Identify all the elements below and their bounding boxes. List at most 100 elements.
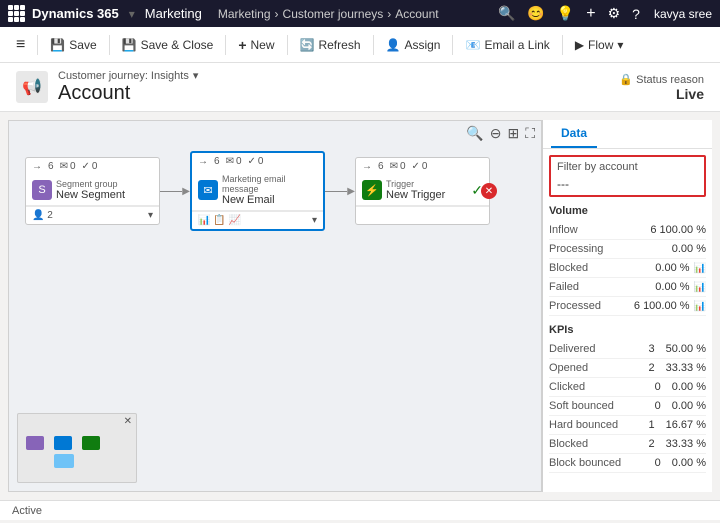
segment-stats: → 6 ✉0 ✓0 — [26, 158, 159, 175]
segment-name: New Segment — [56, 189, 153, 201]
cmd-sep-4 — [287, 35, 288, 55]
email-footer: 📊 📋 📈 ▾ — [192, 211, 323, 229]
kpi-hard-bounced: Hard bounced 1 16.67 % — [549, 416, 706, 435]
kpi-opened: Opened 2 33.33 % — [549, 359, 706, 378]
record-icon: 📢 — [16, 71, 48, 103]
breadcrumb-marketing[interactable]: Marketing — [218, 7, 271, 21]
journey-nodes: → 6 ✉0 ✓0 S Segment group New Segment 👤 … — [9, 131, 541, 251]
flow-icon: ▶ — [575, 38, 584, 52]
segment-node-wrapper: → 6 ✉0 ✓0 S Segment group New Segment 👤 … — [25, 157, 160, 225]
cmd-sep-3 — [225, 35, 226, 55]
cmd-sep-1 — [37, 35, 38, 55]
new-icon: + — [238, 37, 246, 53]
seg-stat-arrow: → — [32, 161, 42, 172]
trig-stat-mail: ✉0 — [390, 161, 406, 172]
assign-button[interactable]: 👤 Assign — [378, 34, 449, 56]
failed-info-icon[interactable]: 📊 — [694, 282, 706, 293]
journey-canvas[interactable]: 🔍 ⊖ ⊞ ⛶ → 6 ✉0 ✓0 S S — [8, 120, 542, 492]
mini-email — [54, 436, 72, 450]
email-icon: ✉ — [198, 180, 218, 200]
trigger-header: ⚡ Trigger New Trigger ✓ — [356, 175, 489, 206]
cmd-sep-6 — [452, 35, 453, 55]
app-name[interactable]: Dynamics 365 — [32, 6, 119, 21]
volume-title: Volume — [549, 205, 706, 217]
cmd-sep-5 — [373, 35, 374, 55]
cmd-sep-2 — [109, 35, 110, 55]
filter-by-account-box[interactable]: Filter by account --- — [549, 155, 706, 197]
filter-value: --- — [557, 177, 698, 191]
kpi-clicked: Clicked 0 0.00 % — [549, 378, 706, 397]
email-link-button[interactable]: 📧 Email a Link — [457, 34, 557, 56]
filter-label: Filter by account — [557, 161, 698, 173]
trigger-stats: → 6 ✉0 ✓0 — [356, 158, 489, 175]
smile-icon[interactable]: 😊 — [527, 5, 544, 22]
header-left: 📢 Customer journey: Insights ▾ Account — [16, 69, 198, 105]
assign-icon: 👤 — [386, 38, 401, 52]
app-grid-icon[interactable] — [8, 5, 26, 23]
right-panel: Data Filter by account --- Volume Inflow… — [542, 120, 712, 492]
add-icon[interactable]: + — [586, 5, 595, 23]
email-stat-check: ✓0 — [248, 156, 264, 167]
segment-footer-arrow: ▾ — [148, 210, 153, 221]
new-button[interactable]: + New — [230, 33, 282, 57]
email-icon: 📧 — [465, 38, 480, 52]
tab-data[interactable]: Data — [551, 120, 597, 148]
header-subtitle: Customer journey: Insights ▾ — [58, 69, 198, 82]
trigger-node[interactable]: → 6 ✉0 ✓0 ⚡ Trigger New Trigger ✓ — [355, 157, 490, 225]
save-button[interactable]: 💾 Save — [42, 34, 104, 56]
trigger-footer — [356, 206, 489, 224]
breadcrumb-customer-journeys[interactable]: Customer journeys — [283, 7, 384, 21]
mini-trigger — [82, 436, 100, 450]
segment-node[interactable]: → 6 ✉0 ✓0 S Segment group New Segment 👤 … — [25, 157, 160, 225]
status-label: 🔒 Status reason — [619, 73, 704, 86]
mini-map-close[interactable]: ✕ — [124, 416, 132, 427]
kpi-blocked: Blocked 2 33.33 % — [549, 435, 706, 454]
zoom-in-icon[interactable]: 🔍 — [466, 125, 483, 142]
trigger-name: New Trigger — [386, 189, 467, 201]
refresh-icon: 🔄 — [300, 38, 315, 52]
email-stats: → 6 ✉0 ✓0 — [192, 153, 323, 170]
email-node-wrapper: → 6 ✉0 ✓0 ✉ Marketing email message New … — [190, 151, 325, 231]
subtitle-dropdown-icon[interactable]: ▾ — [193, 69, 199, 82]
fit-icon[interactable]: ⊞ — [507, 125, 519, 142]
email-title-group: Marketing email message New Email — [222, 174, 317, 206]
search-icon[interactable]: 🔍 — [498, 5, 515, 22]
flow-button[interactable]: ▶ Flow ▾ — [567, 34, 632, 56]
kpi-delivered: Delivered 3 50.00 % — [549, 340, 706, 359]
processed-info-icon[interactable]: 📊 — [694, 301, 706, 312]
trigger-type: Trigger — [386, 179, 467, 189]
mini-segment — [26, 436, 44, 450]
panel-body[interactable]: Filter by account --- Volume Inflow 6 10… — [543, 149, 712, 492]
lightbulb-icon[interactable]: 💡 — [557, 5, 574, 22]
blocked-info-icon[interactable]: 📊 — [694, 263, 706, 274]
volume-failed: Failed 0.00 % 📊 — [549, 278, 706, 297]
segment-icon: S — [32, 180, 52, 200]
main-content: 🔍 ⊖ ⊞ ⛶ → 6 ✉0 ✓0 S S — [0, 112, 720, 500]
zoom-out-icon[interactable]: ⊖ — [490, 125, 502, 142]
top-nav-bar: Dynamics 365 ▾ Marketing Marketing › Cus… — [0, 0, 720, 27]
header-title-group: Customer journey: Insights ▾ Account — [58, 69, 198, 105]
hamburger-menu[interactable]: ≡ — [8, 32, 33, 58]
seg-stat-check: ✓0 — [82, 161, 98, 172]
kpi-soft-bounced: Soft bounced 0 0.00 % — [549, 397, 706, 416]
email-stat-count: 6 — [214, 156, 220, 167]
mini-selected — [54, 454, 74, 468]
status-value: Live — [619, 86, 704, 102]
settings-icon[interactable]: ⚙ — [608, 5, 621, 22]
cmd-sep-7 — [562, 35, 563, 55]
nav-module[interactable]: Marketing — [145, 6, 202, 21]
help-icon[interactable]: ? — [632, 6, 640, 22]
save-close-button[interactable]: 💾 Save & Close — [114, 34, 222, 56]
expand-icon[interactable]: ⛶ — [525, 125, 535, 142]
trigger-node-wrapper: → 6 ✉0 ✓0 ⚡ Trigger New Trigger ✓ — [355, 157, 490, 225]
segment-title-group: Segment group New Segment — [56, 179, 153, 201]
trigger-icon: ⚡ — [362, 180, 382, 200]
email-footer-icons: 📊 📋 📈 — [198, 215, 241, 226]
user-name[interactable]: kavya sree — [654, 7, 712, 21]
email-node[interactable]: → 6 ✉0 ✓0 ✉ Marketing email message New … — [190, 151, 325, 231]
refresh-button[interactable]: 🔄 Refresh — [292, 34, 369, 56]
nav-icon-group: 🔍 😊 💡 + ⚙ ? — [498, 5, 640, 23]
email-stat-arrow: → — [198, 156, 208, 167]
breadcrumb-account[interactable]: Account — [395, 7, 438, 21]
trig-stat-check: ✓0 — [412, 161, 428, 172]
